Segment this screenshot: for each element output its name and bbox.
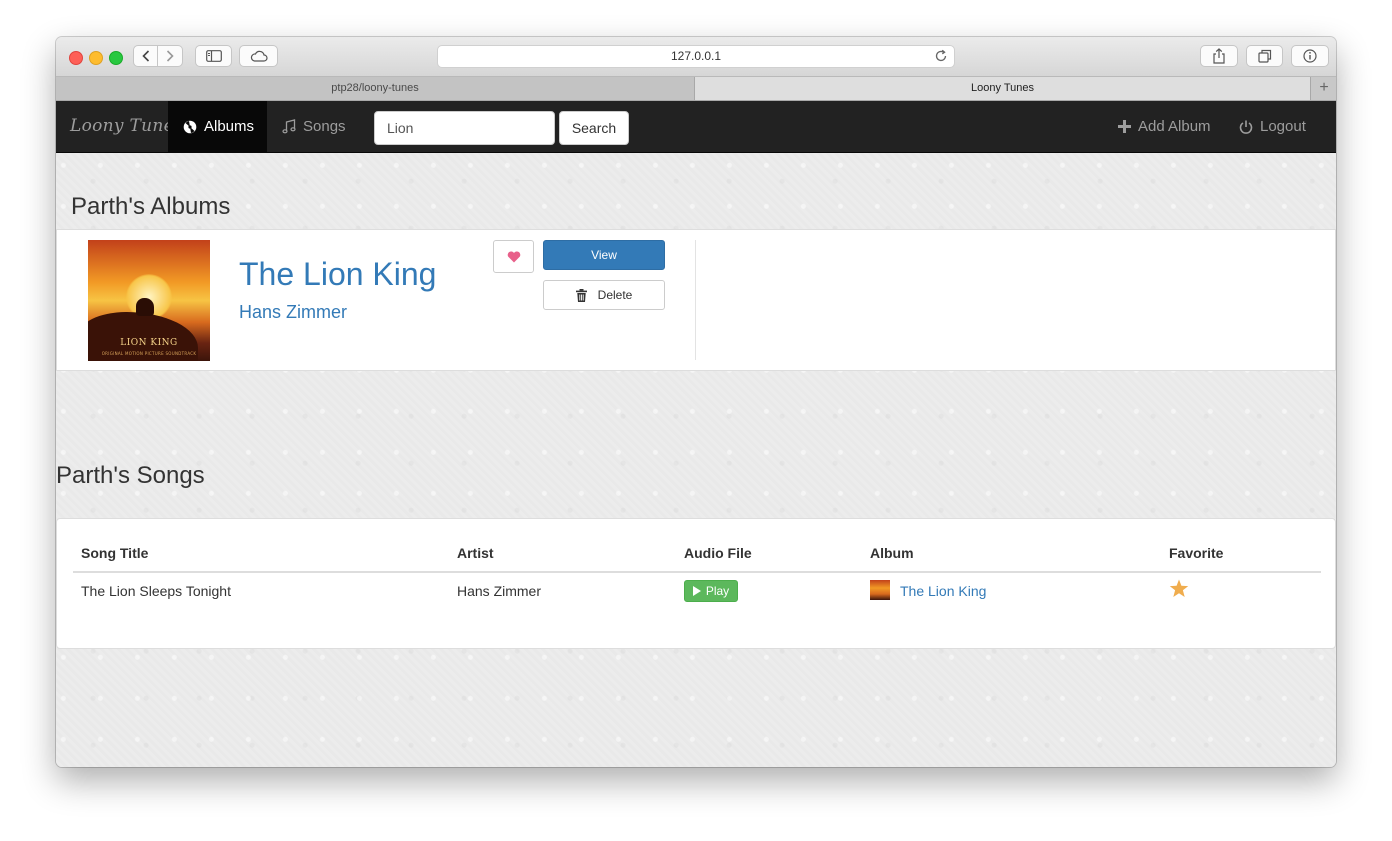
column-header-favorite: Favorite xyxy=(1169,545,1224,561)
nav-songs-label: Songs xyxy=(303,118,346,135)
search-input[interactable] xyxy=(374,111,555,145)
page-content: Parth's Albums LION KING ORIGINAL MOTION… xyxy=(56,153,1336,767)
delete-album-label: Delete xyxy=(597,288,633,302)
power-icon xyxy=(1239,120,1253,134)
album-card: LION KING ORIGINAL MOTION PICTURE SOUNDT… xyxy=(56,229,1336,371)
brand-logo[interactable]: Loony Tunes xyxy=(70,116,183,136)
table-header-divider xyxy=(73,571,1321,573)
sidebar-icon xyxy=(205,50,222,62)
nav-albums[interactable]: Albums xyxy=(168,101,267,152)
view-album-button[interactable]: View xyxy=(543,240,665,270)
forward-button[interactable] xyxy=(158,45,183,67)
nav-add-album[interactable]: Add Album xyxy=(1103,101,1226,152)
tab-label: Loony Tunes xyxy=(971,82,1034,94)
heart-icon xyxy=(507,250,520,262)
show-tabs-button[interactable] xyxy=(1246,45,1283,67)
column-header-album: Album xyxy=(870,545,914,561)
chevron-right-icon xyxy=(166,50,174,62)
minimize-window-button[interactable] xyxy=(89,51,103,65)
play-audio-button[interactable]: Play xyxy=(684,580,738,602)
icloud-tabs-button[interactable] xyxy=(239,45,278,67)
close-window-button[interactable] xyxy=(69,51,83,65)
chevron-left-icon xyxy=(141,50,149,62)
nav-add-album-label: Add Album xyxy=(1138,118,1211,135)
url-text: 127.0.0.1 xyxy=(670,49,722,63)
info-button[interactable] xyxy=(1291,45,1329,67)
tab-label: ptp28/loony-tunes xyxy=(331,82,419,94)
browser-titlebar: 127.0.0.1 xyxy=(56,37,1336,77)
song-album-link[interactable]: The Lion King xyxy=(900,583,986,599)
info-icon xyxy=(1303,49,1317,63)
share-icon xyxy=(1213,48,1225,64)
delete-album-button[interactable]: Delete xyxy=(543,280,665,310)
albums-heading: Parth's Albums xyxy=(71,193,231,220)
nav-albums-label: Albums xyxy=(204,118,255,135)
cover-lion xyxy=(136,298,154,316)
cloud-icon xyxy=(250,50,268,62)
new-tab-button[interactable]: + xyxy=(1310,77,1336,100)
column-header-audio-file: Audio File xyxy=(684,545,752,561)
browser-tab-active[interactable]: Loony Tunes xyxy=(695,77,1310,100)
album-cover-image[interactable]: LION KING ORIGINAL MOTION PICTURE SOUNDT… xyxy=(88,240,210,361)
column-header-artist: Artist xyxy=(457,545,494,561)
album-divider xyxy=(695,240,696,360)
nav-songs[interactable]: Songs xyxy=(267,101,361,152)
app-navbar: Loony Tunes Albums Songs Search Add Albu… xyxy=(56,101,1336,153)
nav-logout[interactable]: Logout xyxy=(1224,101,1321,152)
browser-tab[interactable]: ptp28/loony-tunes xyxy=(56,77,695,100)
play-audio-label: Play xyxy=(705,584,730,598)
play-icon xyxy=(692,586,701,596)
search-button[interactable]: Search xyxy=(559,111,629,145)
cover-subtitle: ORIGINAL MOTION PICTURE SOUNDTRACK xyxy=(101,351,197,356)
cover-title: LION KING xyxy=(120,338,178,348)
album-title-link[interactable]: The Lion King xyxy=(239,256,436,293)
reload-icon[interactable] xyxy=(934,49,948,70)
zoom-window-button[interactable] xyxy=(109,51,123,65)
tabs-overview-icon xyxy=(1257,49,1271,63)
browser-tab-bar: ptp28/loony-tunes Loony Tunes + xyxy=(56,77,1336,101)
address-bar[interactable]: 127.0.0.1 xyxy=(437,45,955,68)
album-thumbnail xyxy=(870,580,890,600)
column-header-song-title: Song Title xyxy=(81,545,149,561)
browser-window: 127.0.0.1 ptp28/loony-tunes Loony Tunes … xyxy=(56,37,1336,767)
music-note-icon xyxy=(282,119,296,134)
share-button[interactable] xyxy=(1200,45,1238,67)
sidebar-toggle-button[interactable] xyxy=(195,45,232,67)
disc-icon xyxy=(183,120,197,134)
album-artist-link[interactable]: Hans Zimmer xyxy=(239,302,347,323)
star-icon[interactable] xyxy=(1169,579,1189,603)
nav-logout-label: Logout xyxy=(1260,118,1306,135)
plus-icon xyxy=(1118,120,1131,133)
song-artist-cell: Hans Zimmer xyxy=(457,583,542,599)
back-button[interactable] xyxy=(133,45,158,67)
songs-heading: Parth's Songs xyxy=(56,462,205,489)
songs-table-panel: Song Title Artist Audio File Album Favor… xyxy=(56,518,1336,649)
trash-icon xyxy=(575,288,587,302)
favorite-album-button[interactable] xyxy=(493,240,534,273)
song-title-cell: The Lion Sleeps Tonight xyxy=(81,583,231,599)
